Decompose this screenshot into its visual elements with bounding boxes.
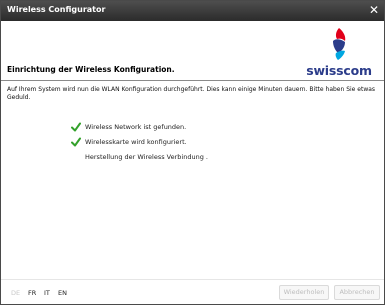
swisscom-wordmark: swisscom	[306, 63, 372, 78]
retry-button[interactable]: Wiederholen	[279, 285, 329, 300]
intro-text: Auf Ihrem System wird nun die WLAN Konfi…	[7, 86, 376, 101]
status-text: Herstellung der Wireless Verbindung .	[85, 153, 208, 161]
language-de-link[interactable]: DE	[11, 289, 20, 297]
cancel-button[interactable]: Abbrechen	[334, 285, 380, 300]
header-panel: swisscom Einrichtung der Wireless Konfig…	[1, 21, 384, 79]
title-bar[interactable]: Wireless Configurator ✕	[1, 1, 384, 21]
language-fr-link[interactable]: FR	[28, 289, 36, 297]
swisscom-logo-mark	[333, 28, 346, 60]
language-it-link[interactable]: IT	[44, 289, 50, 297]
status-text: Wirelesskarte wird konfiguriert.	[85, 138, 187, 146]
close-icon[interactable]: ✕	[367, 2, 381, 18]
swisscom-logo: swisscom	[304, 27, 374, 78]
content-panel: Auf Ihrem System wird nun die WLAN Konfi…	[1, 81, 384, 259]
status-text: Wireless Network ist gefunden.	[85, 123, 187, 131]
window-title: Wireless Configurator	[7, 5, 106, 14]
language-en-link[interactable]: EN	[58, 289, 67, 297]
checkmark-icon	[71, 137, 81, 147]
page-heading: Einrichtung der Wireless Konfiguration.	[7, 65, 175, 74]
wireless-configurator-window: Wireless Configurator ✕ swisscom Einrich…	[0, 0, 385, 305]
checkmark-icon	[71, 122, 81, 132]
footer-divider	[1, 279, 384, 280]
